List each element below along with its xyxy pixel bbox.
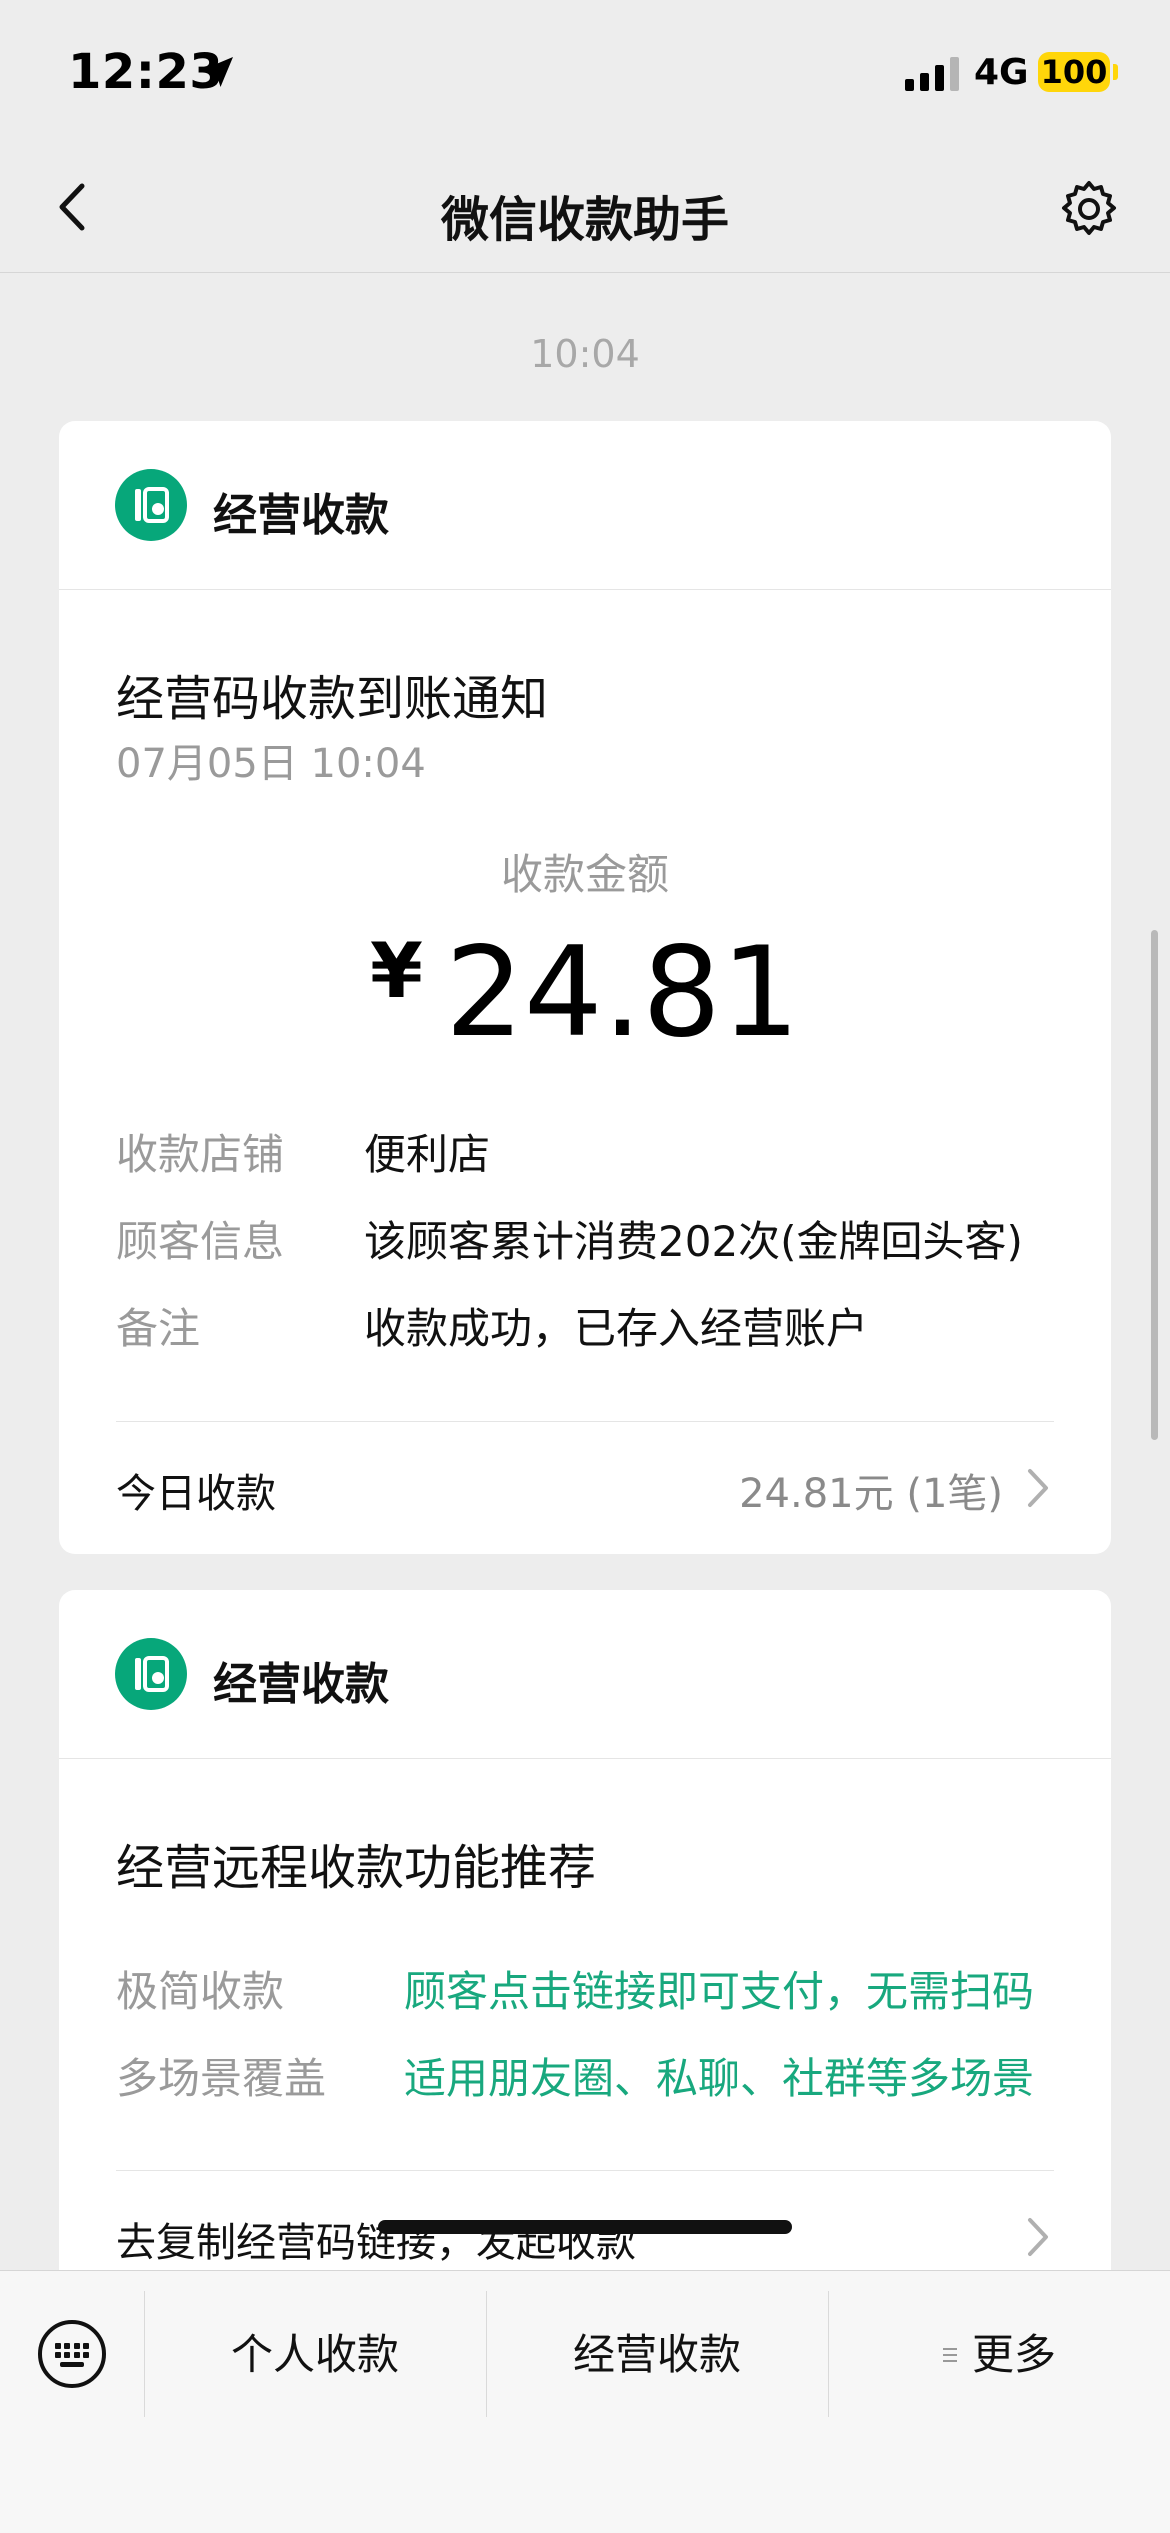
battery-icon: 100 (1038, 52, 1110, 92)
network-type: 4G (974, 52, 1029, 93)
remark-value: 收款成功，已存入经营账户 (364, 1304, 869, 1353)
status-bar: 12:23 4G 100 (0, 0, 1170, 150)
chevron-right-icon (1028, 1469, 1048, 1507)
card-header-title: 经营收款 (213, 1659, 389, 1710)
divider (116, 2170, 1054, 2171)
multi-scene-label: 多场景覆盖 (116, 2054, 327, 2103)
amount-label: 收款金额 (500, 850, 669, 899)
feature-recommendation-card[interactable]: 经营收款 经营远程收款功能推荐 极简收款 顾客点击链接即可支付，无需扫码 多场景… (59, 1590, 1111, 2290)
chevron-right-icon (1028, 2218, 1048, 2256)
card-header: 经营收款 (59, 1590, 1111, 1759)
settings-gear-icon[interactable] (1054, 174, 1124, 244)
keyboard-icon[interactable] (36, 2318, 108, 2390)
business-payment-logo-icon (115, 469, 187, 541)
menu-lines-icon (942, 2348, 957, 2362)
scrollbar[interactable] (1151, 930, 1158, 1440)
card-header: 经营收款 (59, 421, 1111, 590)
cellular-signal-icon (905, 55, 959, 91)
customer-info-label: 顾客信息 (116, 1217, 285, 1266)
remark-label: 备注 (116, 1304, 201, 1353)
nav-bar: 微信收款助手 (0, 150, 1170, 273)
menu-personal-payment[interactable]: 个人收款 (144, 2321, 486, 2382)
menu-business-payment[interactable]: 经营收款 (486, 2321, 828, 2382)
menu-more[interactable]: 更多 (828, 2321, 1170, 2382)
simple-payment-value: 顾客点击链接即可支付，无需扫码 (404, 1967, 1035, 2016)
currency-symbol: ¥ (370, 926, 423, 1015)
amount-value: 24.81 (444, 921, 800, 1065)
store-label: 收款店铺 (116, 1130, 285, 1179)
multi-scene-value: 适用朋友圈、私聊、社群等多场景 (404, 2054, 1035, 2103)
business-payment-logo-icon (115, 1638, 187, 1710)
recommendation-title: 经营远程收款功能推荐 (116, 1840, 597, 1896)
customer-info-value: 该顾客累计消费202次(金牌回头客) (364, 1217, 1023, 1266)
battery-tip (1113, 64, 1118, 80)
location-arrow-icon (203, 57, 233, 87)
message-timestamp: 10:04 (530, 332, 640, 376)
card-header-title: 经营收款 (213, 490, 389, 541)
home-indicator (378, 2220, 792, 2234)
divider (116, 1421, 1054, 1422)
copy-link-action[interactable]: 去复制经营码链接，发起收款 (116, 2210, 636, 2268)
bottom-menu-bar: 个人收款 经营收款 更多 (0, 2270, 1170, 2533)
menu-more-label: 更多 (971, 2330, 1056, 2379)
notice-title: 经营码收款到账通知 (116, 671, 549, 727)
store-value: 便利店 (364, 1130, 491, 1179)
battery-level: 100 (1040, 53, 1108, 91)
notice-date: 07月05日 10:04 (116, 741, 426, 787)
today-income-label: 今日收款 (116, 1471, 276, 1517)
amount-display: ¥24.81 (59, 921, 1111, 1065)
page-title: 微信收款助手 (440, 192, 729, 248)
payment-notification-card[interactable]: 经营收款 经营码收款到账通知 07月05日 10:04 收款金额 ¥24.81 … (59, 421, 1111, 1554)
simple-payment-label: 极简收款 (116, 1967, 285, 2016)
today-income-value: 24.81元 (1笔) (739, 1471, 1003, 1517)
